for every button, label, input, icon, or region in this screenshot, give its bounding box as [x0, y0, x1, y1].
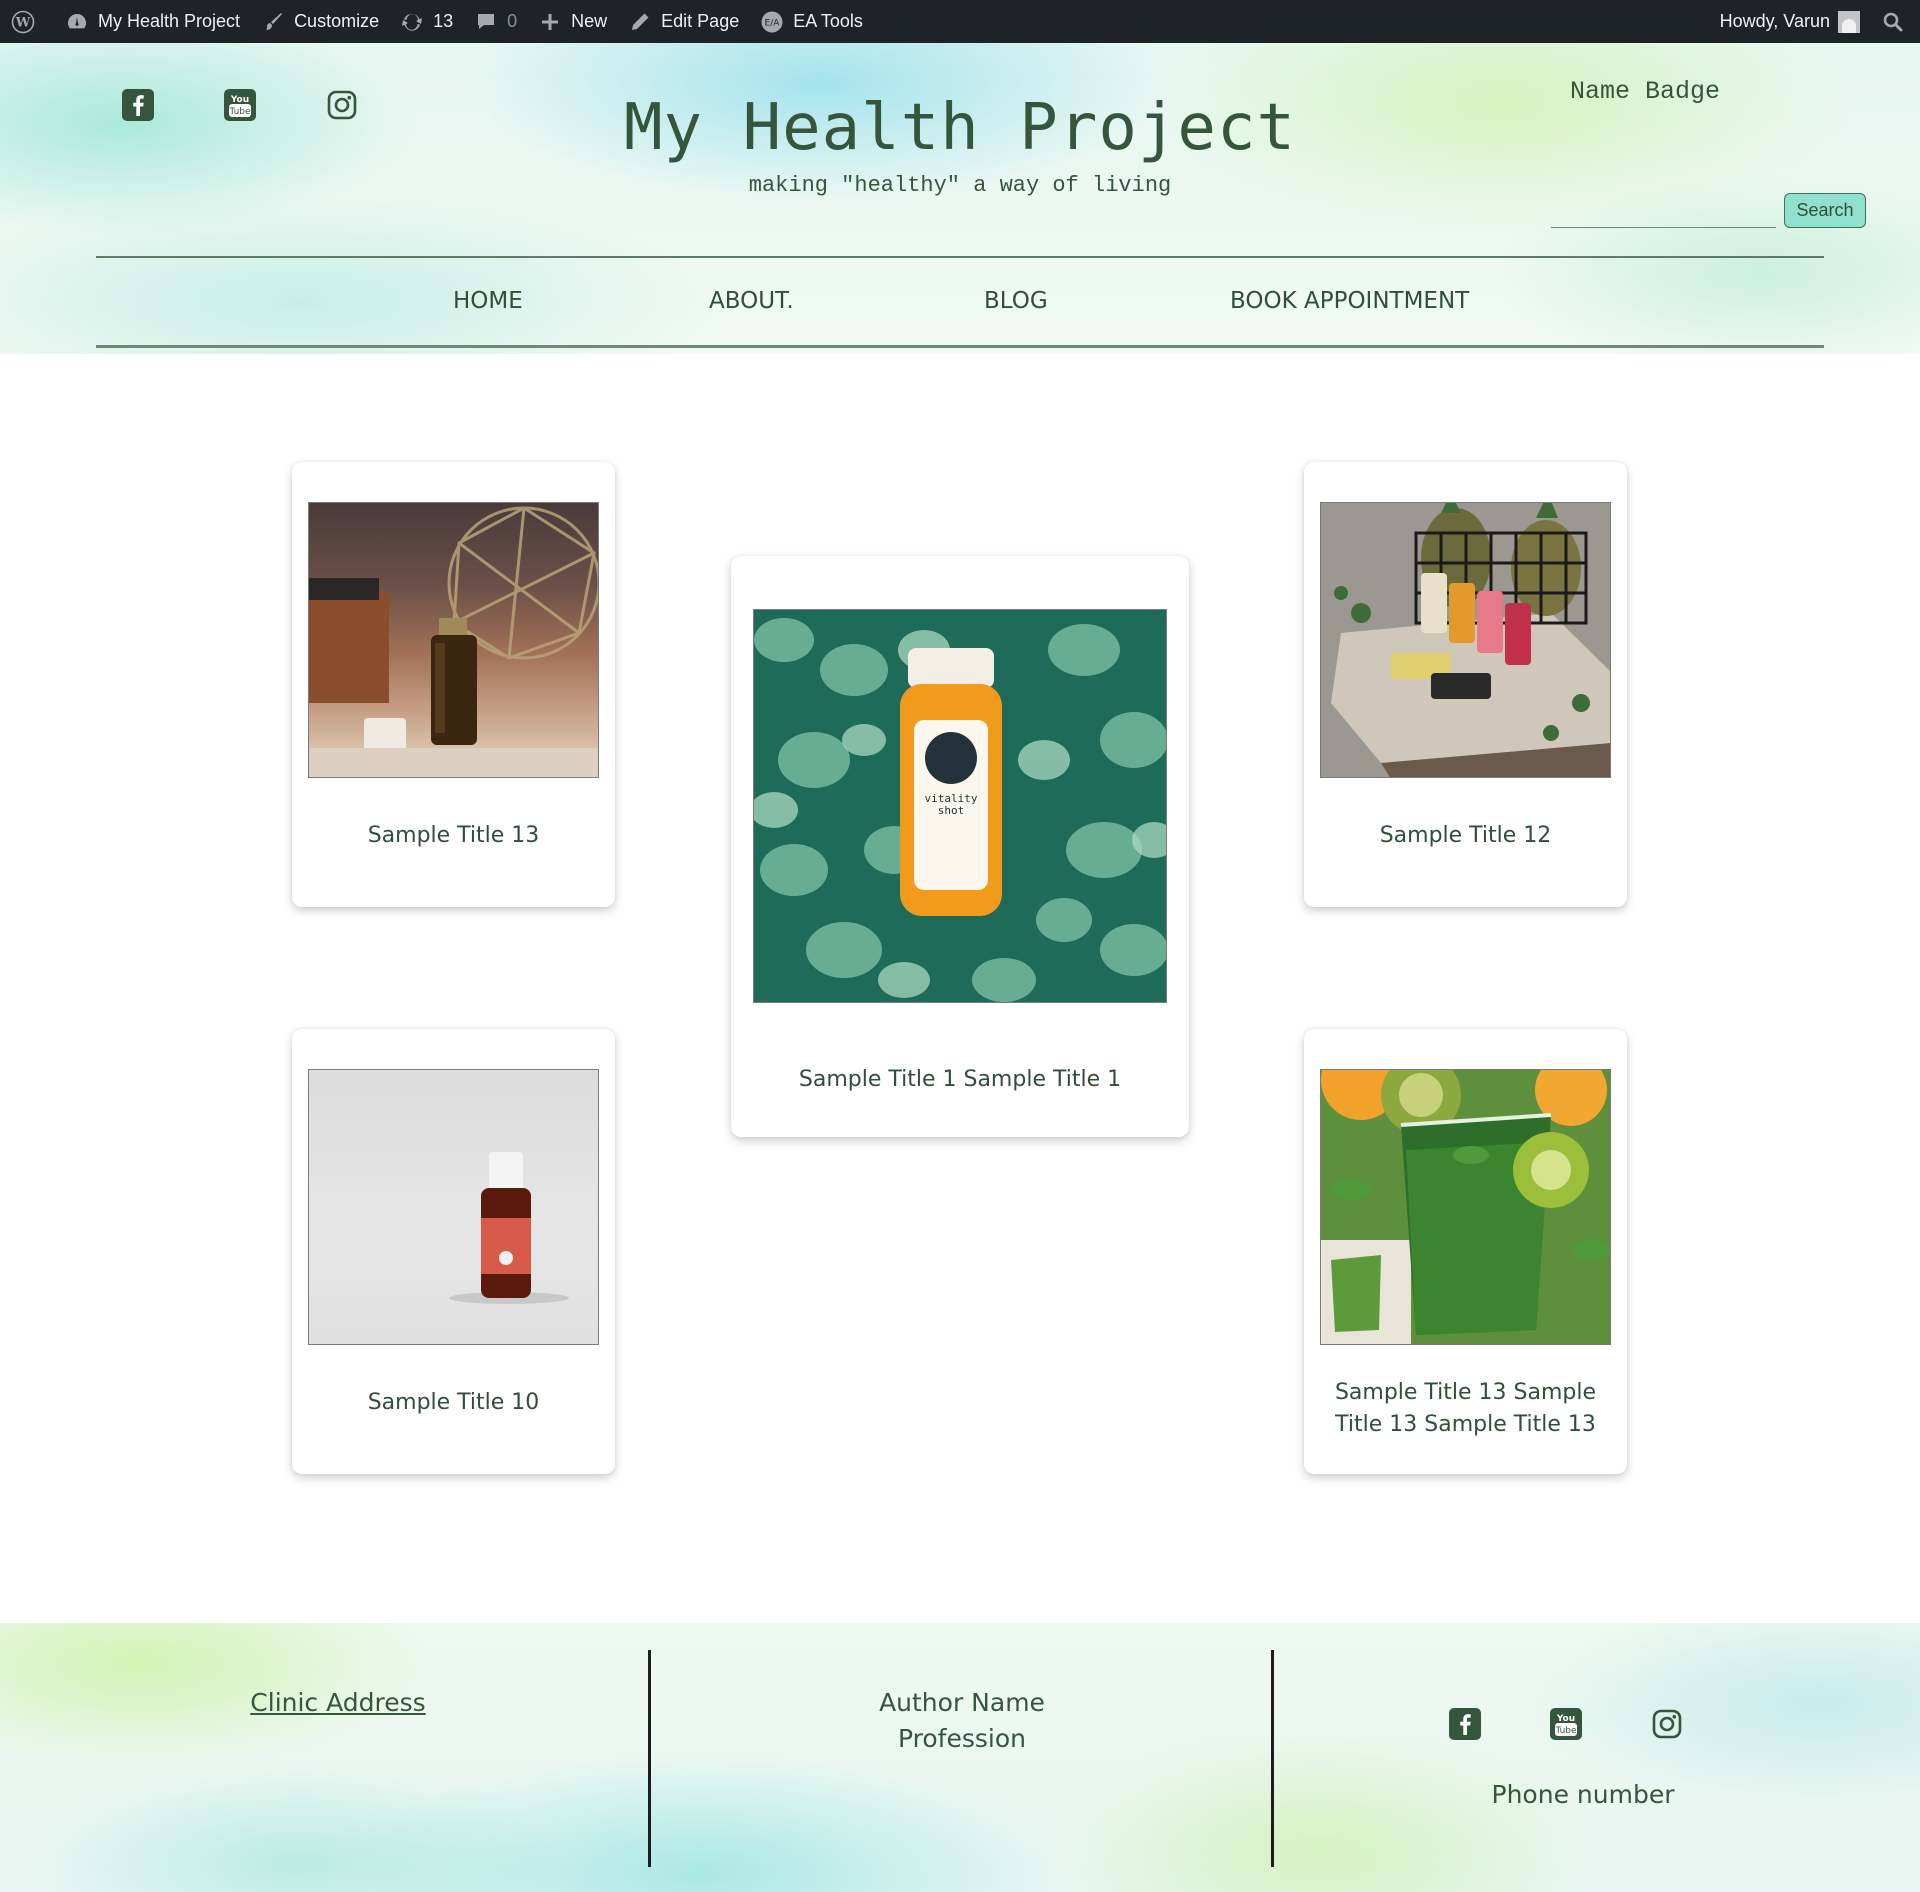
ea-tools-link[interactable]: E/A EA Tools	[749, 0, 873, 43]
author-name: Author Name	[879, 1688, 1045, 1717]
post-card[interactable]: Sample Title 12	[1304, 462, 1627, 907]
footer-divider	[1271, 1650, 1274, 1867]
admin-bar: W My Health Project Customize 13 0 New E…	[0, 0, 1920, 43]
avatar	[1838, 10, 1860, 33]
footer-social-links: You Tube	[1447, 1706, 1685, 1742]
dashboard-icon	[64, 9, 90, 35]
svg-text:W: W	[15, 15, 31, 30]
footer-divider	[648, 1650, 651, 1867]
svg-text:E/A: E/A	[765, 18, 781, 28]
ea-tools-label: EA Tools	[793, 11, 863, 31]
facebook-icon[interactable]	[1447, 1706, 1483, 1742]
new-content-link[interactable]: New	[527, 0, 617, 43]
post-card-title[interactable]: Sample Title 13	[292, 820, 615, 852]
updates-link[interactable]: 13	[389, 0, 463, 43]
post-card[interactable]: Sample Title 13 Sample Title 13 Sample T…	[1304, 1029, 1627, 1474]
essential-oil-bottle-photo[interactable]	[308, 502, 599, 778]
name-badge: Name Badge	[1570, 77, 1721, 106]
comment-icon	[473, 9, 499, 35]
site-header: You Tube My Health Project making "health…	[0, 43, 1920, 354]
instagram-icon[interactable]	[1649, 1706, 1685, 1742]
post-card[interactable]: Sample Title 10	[292, 1029, 615, 1474]
wordpress-icon: W	[10, 9, 36, 35]
nav-item-blog[interactable]: BLOG	[984, 288, 1048, 314]
post-card-title[interactable]: Sample Title 13 Sample Title 13 Sample T…	[1304, 1377, 1627, 1441]
post-card-title[interactable]: Sample Title 10	[292, 1387, 615, 1419]
edit-page-label: Edit Page	[661, 11, 740, 31]
edit-page-link[interactable]: Edit Page	[617, 0, 749, 43]
nav-item-home[interactable]: HOME	[453, 288, 523, 314]
patchouli-oil-bottle-photo[interactable]	[308, 1069, 599, 1345]
green-smoothie-kiwi-photo[interactable]	[1320, 1069, 1611, 1345]
site-name-link[interactable]: My Health Project	[54, 0, 250, 43]
youtube-icon[interactable]: You Tube	[1548, 1706, 1584, 1742]
juice-bottle-eucalyptus-photo[interactable]: vitality shot	[753, 609, 1167, 1003]
search-button[interactable]: Search	[1784, 193, 1866, 228]
admin-search-button[interactable]	[1870, 0, 1920, 43]
svg-text:Tube: Tube	[1554, 1726, 1577, 1736]
paintbrush-icon	[260, 9, 286, 35]
comments-link[interactable]: 0	[463, 0, 527, 43]
howdy-label: Howdy, Varun	[1719, 11, 1830, 31]
pencil-icon	[627, 9, 653, 35]
author-profession: Profession	[898, 1724, 1026, 1753]
wordpress-logo-button[interactable]: W	[0, 0, 54, 43]
post-card-title[interactable]: Sample Title 12	[1304, 820, 1627, 852]
updates-count: 13	[433, 11, 454, 31]
search-icon	[1880, 9, 1906, 35]
main-navigation: HOME ABOUT. BLOG BOOK APPOINTMENT	[96, 256, 1824, 348]
phone-number: Phone number	[1491, 1780, 1675, 1809]
new-label: New	[571, 11, 608, 31]
site-footer: Clinic Address Author Name Profession Yo…	[0, 1623, 1920, 1892]
comments-count: 0	[507, 11, 518, 31]
account-menu[interactable]: Howdy, Varun	[1710, 0, 1870, 43]
post-card-title[interactable]: Sample Title 1 Sample Title 1	[731, 1064, 1189, 1096]
post-card[interactable]: Sample Title 13	[292, 462, 615, 907]
juice-bottles-pineapple-crate-photo[interactable]	[1320, 502, 1611, 778]
customize-label: Customize	[294, 11, 380, 31]
search-input[interactable]	[1551, 200, 1776, 228]
plus-icon	[537, 9, 563, 35]
svg-text:shot: shot	[938, 804, 965, 817]
clinic-address-link[interactable]: Clinic Address	[150, 1688, 526, 1717]
customize-link[interactable]: Customize	[250, 0, 389, 43]
updates-icon	[399, 9, 425, 35]
post-card[interactable]: vitality shot Sample Title 1 Sample Titl…	[731, 556, 1189, 1137]
ea-logo-icon: E/A	[759, 9, 785, 35]
svg-text:You: You	[1556, 1714, 1575, 1724]
site-tagline: making "healthy" a way of living	[748, 173, 1172, 198]
nav-item-book-appointment[interactable]: BOOK APPOINTMENT	[1230, 288, 1469, 314]
nav-item-about[interactable]: ABOUT.	[709, 288, 794, 314]
site-name-label: My Health Project	[98, 11, 241, 31]
